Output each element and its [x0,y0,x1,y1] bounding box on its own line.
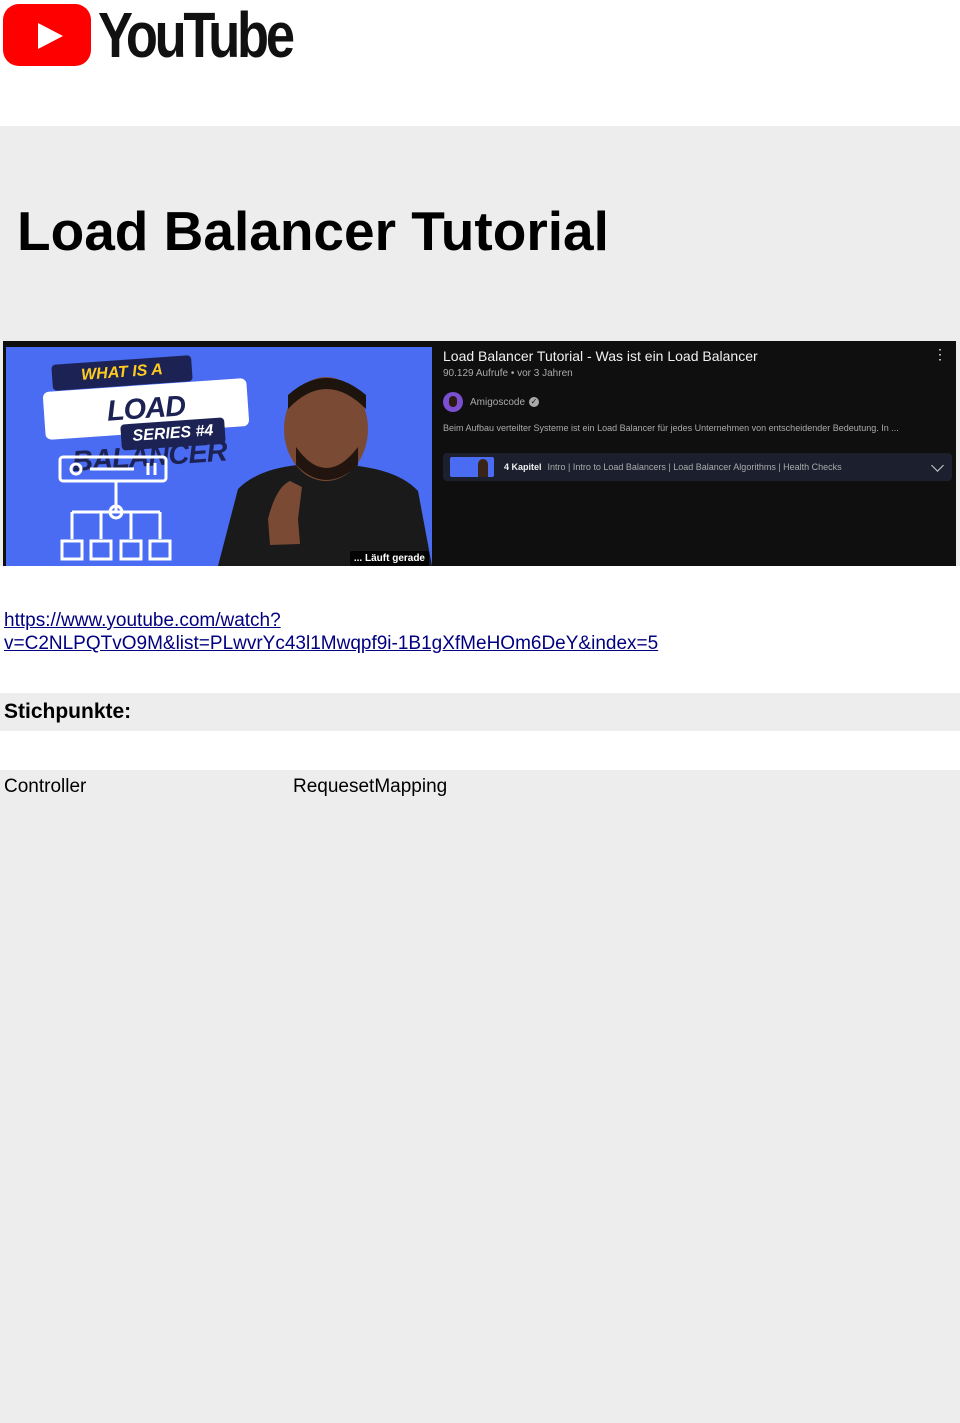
presenter-image [218,377,432,566]
link-section: https://www.youtube.com/watch? v=C2NLPQTv… [0,566,960,693]
video-url-link[interactable]: https://www.youtube.com/watch? v=C2NLPQTv… [4,609,724,655]
server-diagram-icon [58,455,172,561]
spacer [0,731,960,770]
notes-heading: Stichpunkte: [4,700,132,723]
more-options-icon[interactable]: ⋮ [933,347,947,363]
video-description: Beim Aufbau verteilter Systeme ist ein L… [443,423,899,433]
table-cell: Controller [4,776,87,797]
youtube-play-icon [3,4,91,66]
youtube-logo[interactable]: YouTube [3,0,295,71]
video-thumbnail[interactable]: WHAT IS A LOAD BALANCER SERIES #4 ... Lä… [6,347,432,566]
page-title: Load Balancer Tutorial [17,200,609,262]
chapters-list: Intro | Intro to Load Balancers | Load B… [547,462,842,472]
notes-header: Stichpunkte: [0,693,960,731]
chapter-thumbnail [450,457,494,477]
notes-table: Controller RequesetMapping [0,770,960,1423]
chapters-bar[interactable]: 4 Kapitel Intro | Intro to Load Balancer… [443,453,952,481]
video-meta: 90.129 Aufrufe • vor 3 Jahren [443,368,573,379]
title-section: Load Balancer Tutorial [0,126,960,341]
video-embed-card[interactable]: WHAT IS A LOAD BALANCER SERIES #4 ... Lä… [3,341,956,566]
verified-check-icon: ✓ [529,397,540,407]
channel-name[interactable]: Amigoscode [470,397,525,408]
channel-avatar[interactable] [443,392,463,412]
video-url-line-2: v=C2NLPQTvO9M&list=PLwvrYc43l1Mwqpf9i-1B… [4,633,659,654]
chapters-count: 4 Kapitel [504,462,542,472]
video-url-line-1: https://www.youtube.com/watch? [4,610,281,631]
youtube-wordmark: YouTube [98,0,295,71]
channel-row[interactable]: Amigoscode ✓ [443,392,540,412]
header-bar: YouTube [0,0,960,126]
now-playing-badge: ... Läuft gerade [349,551,429,566]
chevron-down-icon[interactable] [931,459,944,472]
video-title[interactable]: Load Balancer Tutorial - Was ist ein Loa… [443,348,758,364]
table-cell: RequesetMapping [293,776,448,797]
